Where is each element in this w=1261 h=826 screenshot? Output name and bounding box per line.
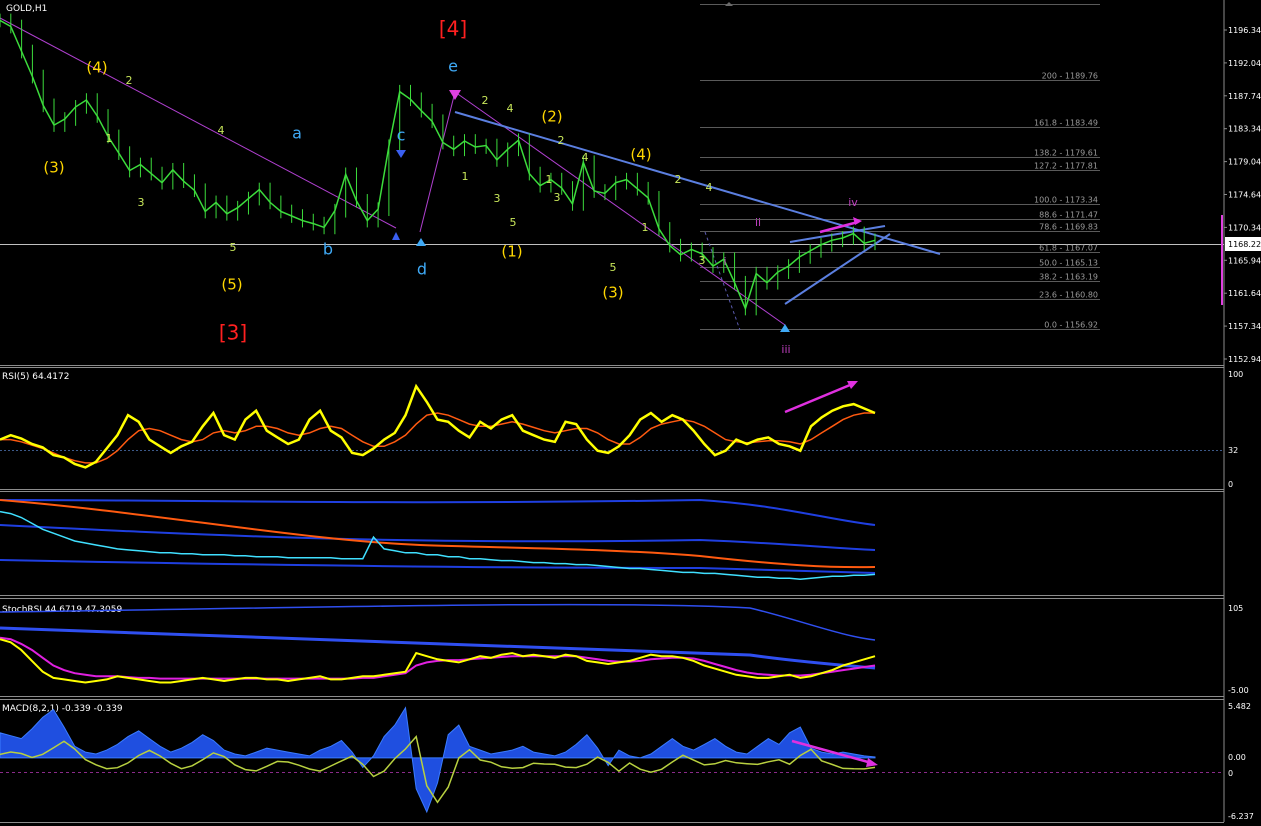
wave-label: (1) (501, 243, 522, 261)
price-tick-label: 1165.94 (1228, 256, 1261, 265)
fibonacci-label: 138.2 - 1179.61 (1034, 149, 1098, 158)
fibonacci-label: 38.2 - 1163.19 (1039, 273, 1098, 282)
wave-label: 4 (582, 151, 589, 164)
wave-label: i (723, 255, 726, 268)
wave-label: (4) (86, 59, 107, 77)
wave-label: 1 (106, 132, 113, 145)
price-tick-label: 1196.34 (1228, 26, 1261, 35)
wave-label: (4) (630, 146, 651, 164)
wave-label: 1 (642, 221, 649, 234)
wave-label: 2 (482, 94, 489, 107)
price-tick-label: 1174.64 (1228, 191, 1261, 200)
fibonacci-label: 100.0 - 1173.34 (1034, 196, 1098, 205)
wave-label: 4 (706, 181, 713, 194)
wave-label: d (417, 260, 427, 279)
wave-label: 2 (558, 134, 565, 147)
wave-label: 5 (230, 241, 237, 254)
fibonacci-label: 61.8 - 1167.07 (1039, 244, 1098, 253)
wave-label: a (292, 124, 302, 143)
fibonacci-label: 88.6 - 1171.47 (1039, 211, 1098, 220)
price-tick-label: 1161.64 (1228, 289, 1261, 298)
rsi-tick-mid: 32 (1228, 446, 1238, 455)
current-price-label: 1168.22 (1228, 240, 1261, 249)
fibonacci-label: 200 - 1189.76 (1042, 72, 1098, 81)
wave-label: [4] (439, 17, 467, 41)
chart-root: GOLD,H1 200 - 1189.76161.8 - 1183.49138.… (0, 0, 1261, 826)
rsi-tick-bottom: 0 (1228, 480, 1233, 489)
macd-tick-top: 5.482 (1228, 702, 1251, 711)
macd-tick-base: 0 (1228, 769, 1233, 778)
wave-label: 5 (610, 261, 617, 274)
wave-label: 3 (554, 191, 561, 204)
price-tick-label: 1187.74 (1228, 92, 1261, 101)
price-tick-label: 1192.04 (1228, 59, 1261, 68)
wave-label: e (448, 57, 458, 76)
fibonacci-label: 23.6 - 1160.80 (1039, 291, 1098, 300)
fibonacci-label: 127.2 - 1177.81 (1034, 162, 1098, 171)
wave-label: [3] (219, 321, 247, 345)
wave-label: b (323, 240, 333, 259)
rsi-tick-top: 100 (1228, 370, 1243, 379)
wave-label: 2 (675, 173, 682, 186)
fibonacci-label: 78.6 - 1169.83 (1039, 223, 1098, 232)
stoch-tick-bottom: -5.00 (1228, 686, 1249, 695)
wave-label: 4 (218, 124, 225, 137)
wave-label: (5) (221, 276, 242, 294)
wave-label: 1 (462, 170, 469, 183)
wave-label: c (397, 126, 406, 145)
fibonacci-label: 0.0 - 1156.92 (1044, 321, 1098, 330)
wave-label: (3) (602, 284, 623, 302)
fibonacci-label: 161.8 - 1183.49 (1034, 119, 1098, 128)
wave-label: 1 (546, 173, 553, 186)
wave-label: (3) (43, 159, 64, 177)
price-tick-label: 1179.04 (1228, 158, 1261, 167)
wave-label: ii (755, 216, 761, 229)
wave-label: 3 (138, 196, 145, 209)
stoch-tick-top: 105 (1228, 604, 1243, 613)
price-tick-label: 1183.34 (1228, 125, 1261, 134)
wave-label: iv (848, 196, 858, 209)
macd-panel-title: MACD(8,2,1) -0.339 -0.339 (2, 704, 123, 714)
wave-label: 2 (126, 74, 133, 87)
macd-tick-zero: 0.00 (1228, 753, 1246, 762)
wave-label: 3 (699, 254, 706, 267)
wave-label: 4 (507, 102, 514, 115)
price-tick-label: 1152.94 (1228, 355, 1261, 364)
wave-label: 5 (510, 216, 517, 229)
wave-label: (2) (541, 108, 562, 126)
price-tick-label: 1157.34 (1228, 322, 1261, 331)
fibonacci-label: 50.0 - 1165.13 (1039, 259, 1098, 268)
price-panel-title: GOLD,H1 (6, 4, 47, 14)
macd-tick-bottom: -6.237 (1228, 812, 1254, 821)
wave-label: iii (781, 343, 790, 356)
wave-label: 3 (494, 192, 501, 205)
rsi-panel-title: RSI(5) 64.4172 (2, 372, 69, 382)
price-tick-label: 1170.34 (1228, 223, 1261, 232)
